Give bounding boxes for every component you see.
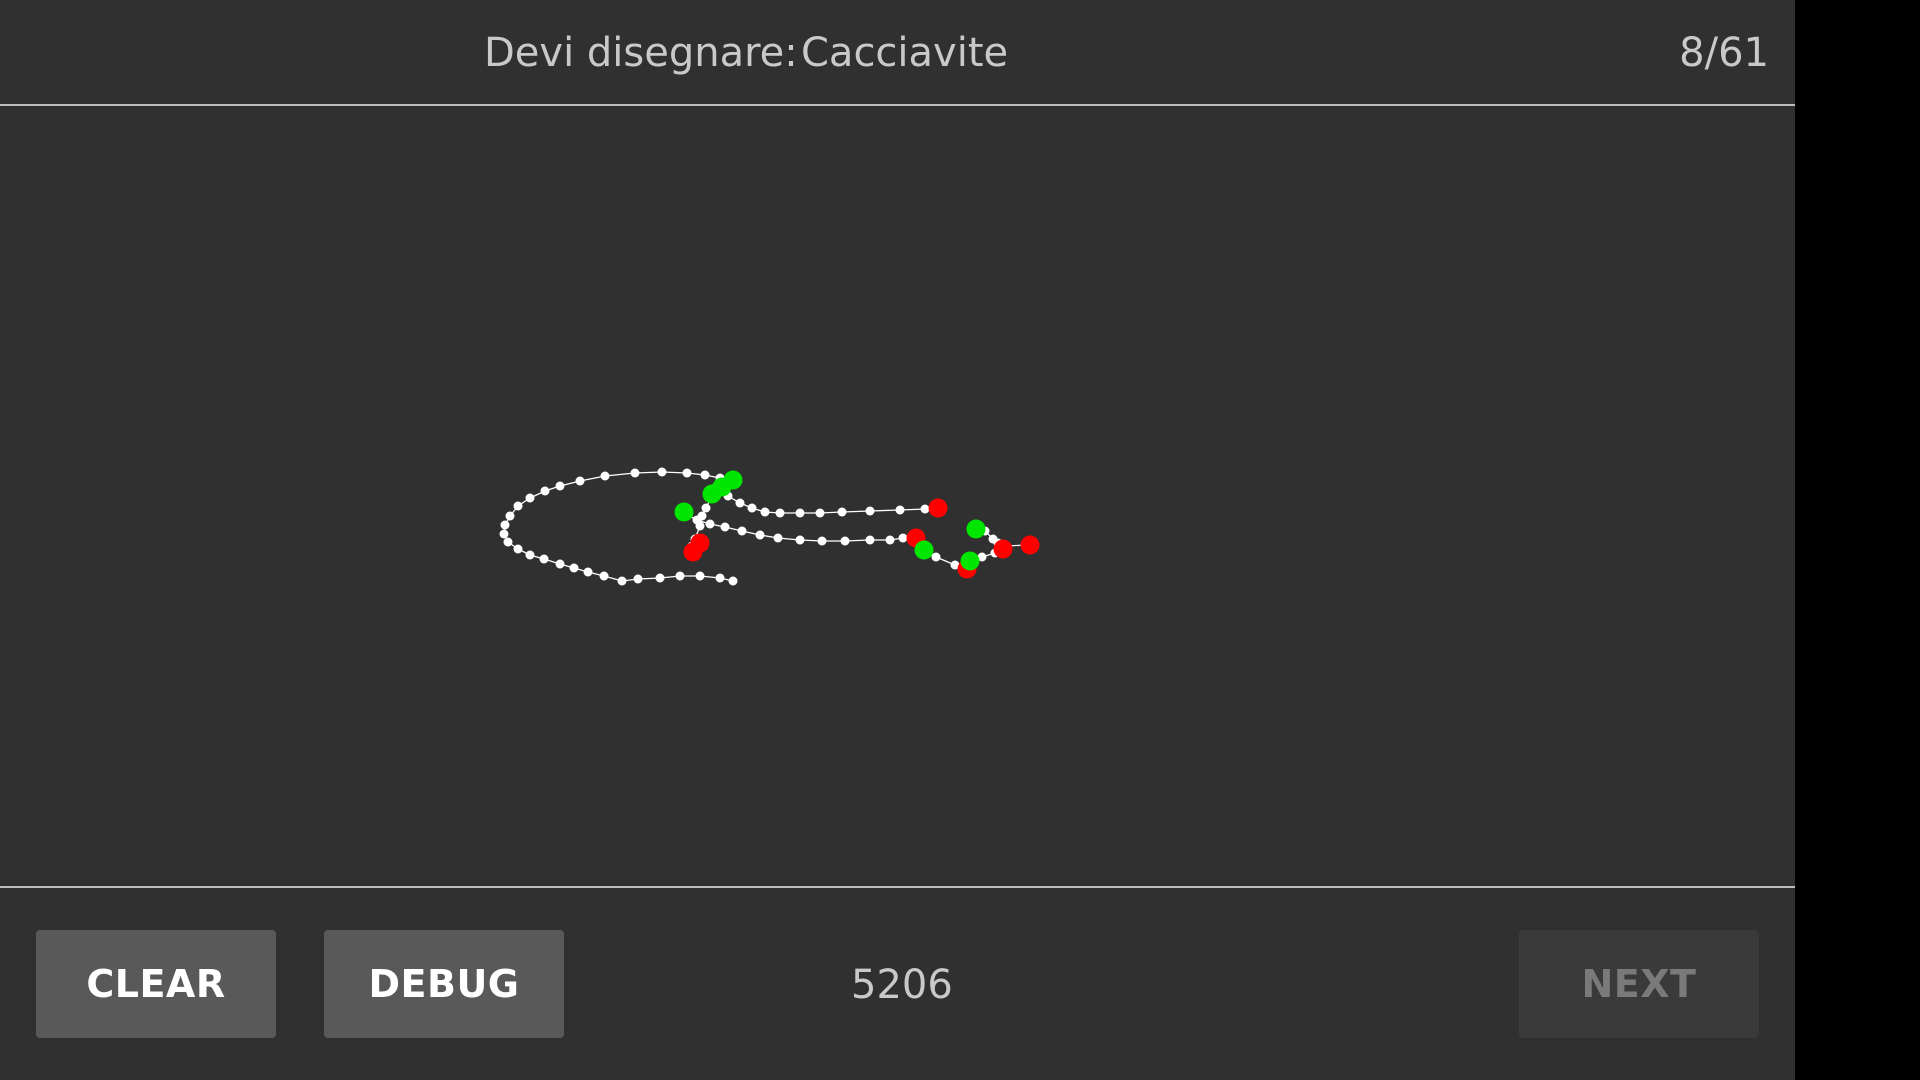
next-button[interactable]: NEXT [1519,930,1759,1038]
stroke-markers [674,470,1040,579]
stroke-start-marker [914,540,934,560]
stroke-start-marker [960,551,980,571]
stroke-point [931,552,941,562]
stroke-point [815,508,825,518]
stroke-point [513,501,523,511]
stroke-points [499,467,1035,586]
stroke-point [692,515,702,525]
stroke-point [525,550,535,560]
stroke-point [920,504,930,514]
stroke-point [682,468,692,478]
stroke-point [840,536,850,546]
stroke-point [735,498,745,508]
drawing-surface[interactable] [0,106,1795,886]
stroke-point [500,520,510,530]
stroke-point [630,468,640,478]
stroke-point [599,571,609,581]
stroke-point [720,522,730,532]
stroke-point [775,508,785,518]
prompt-word: Cacciavite [801,30,1009,76]
stroke-point [837,507,847,517]
stroke-point [728,576,738,586]
stroke-point [737,526,747,536]
stroke-point [503,537,513,547]
app-window: Devi disegnare: Cacciavite 8/61 CLEAR DE… [0,0,1795,1080]
stroke-point [539,554,549,564]
stroke-end-marker [993,539,1013,559]
stroke-point [760,507,770,517]
stroke-point [747,503,757,513]
footer-divider [0,886,1795,888]
stroke-point [865,506,875,516]
stroke-point [633,574,643,584]
stroke-end-marker [1020,535,1040,555]
stroke-point [617,576,627,586]
stroke-point [555,559,565,569]
stroke-start-marker [674,502,694,522]
stroke-point [795,535,805,545]
score-counter: 5206 [851,962,953,1008]
stroke-point [695,571,705,581]
stroke-end-marker [690,533,710,553]
drawing-canvas[interactable] [0,106,1795,886]
debug-button[interactable]: DEBUG [324,930,564,1038]
clear-button[interactable]: CLEAR [36,930,276,1038]
stroke-point [715,573,725,583]
progress-counter: 8/61 [1679,30,1769,76]
stroke-point [701,503,711,513]
stroke-point [569,563,579,573]
stroke-end-marker [928,498,948,518]
screen-edge [1795,0,1920,1080]
stroke-point [525,493,535,503]
stroke-point [657,467,667,477]
stroke-point [505,511,515,521]
stroke-point [817,536,827,546]
stroke-point [705,519,715,529]
stroke-point [513,544,523,554]
stroke-point [898,533,908,543]
stroke-point [700,470,710,480]
stroke-start-marker [702,484,722,504]
stroke-point [600,471,610,481]
stroke-point [675,571,685,581]
prompt-label: Devi disegnare: [484,30,798,76]
stroke-point [885,535,895,545]
stroke-point [895,505,905,515]
stroke-point [583,567,593,577]
stroke-point [773,533,783,543]
stroke-point [795,508,805,518]
stroke-point [755,530,765,540]
stroke-point [865,535,875,545]
stroke-point [540,486,550,496]
stroke-point [655,573,665,583]
stroke-point [499,529,509,539]
stroke-point [575,476,585,486]
header-bar: Devi disegnare: Cacciavite 8/61 [0,0,1795,105]
stroke-start-marker [966,519,986,539]
stroke-point [555,481,565,491]
